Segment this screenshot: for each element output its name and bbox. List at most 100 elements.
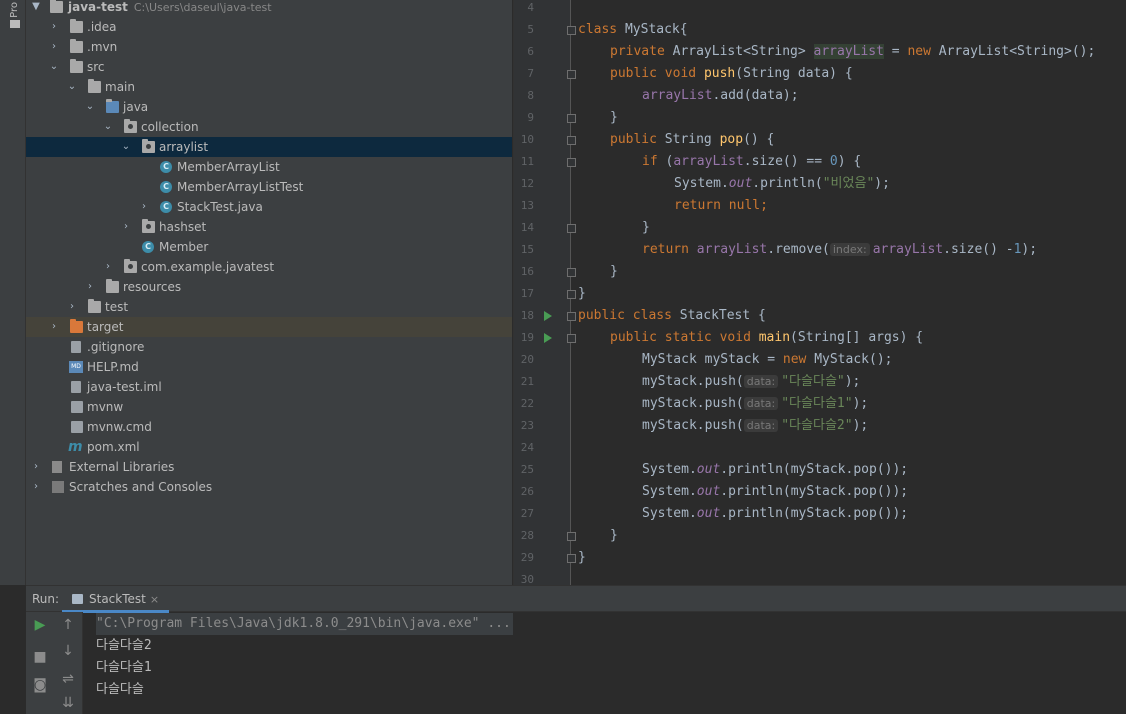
fold-icon[interactable]	[567, 290, 576, 299]
rerun-icon[interactable]: ▶	[31, 616, 49, 634]
chevron-right-icon[interactable]: ›	[48, 17, 60, 37]
chevron-down-icon[interactable]: ⌄	[48, 57, 60, 77]
tree-item-hashset[interactable]: › hashset	[26, 217, 512, 237]
code-line-11: if (arrayList.size() == 0) {	[642, 154, 862, 169]
code-editor[interactable]: 4 5 6 7 8 9 10 11 12 13 14 15 16 17 18 1…	[513, 0, 1126, 585]
run-class-icon[interactable]	[544, 311, 552, 321]
maven-icon: m	[68, 439, 83, 455]
fold-icon[interactable]	[567, 114, 576, 123]
arrow-down-icon[interactable]: ↓	[59, 642, 77, 660]
chevron-right-icon[interactable]: ›	[84, 277, 96, 297]
arrow-up-icon[interactable]: ↑	[59, 616, 77, 634]
tree-item-src[interactable]: ⌄ src	[26, 57, 512, 77]
line-number: 10	[520, 133, 534, 146]
tree-item-stacktest[interactable]: › C StackTest.java	[26, 197, 512, 217]
stop-icon[interactable]: ■	[31, 648, 49, 666]
tree-item-pom[interactable]: m pom.xml	[26, 437, 512, 457]
class-icon: C	[142, 241, 154, 253]
library-icon	[52, 461, 62, 473]
line-number: 6	[527, 45, 534, 58]
tree-item-main[interactable]: ⌄ main	[26, 77, 512, 97]
fold-icon[interactable]	[567, 268, 576, 277]
fold-icon[interactable]	[567, 554, 576, 563]
fold-icon[interactable]	[567, 532, 576, 541]
chevron-down-icon[interactable]: ▼	[30, 0, 42, 17]
soft-wrap-icon[interactable]: ⇌	[59, 670, 77, 688]
tree-item-help-md[interactable]: MD HELP.md	[26, 357, 512, 377]
run-tab-stacktest[interactable]: StackTest ×	[62, 586, 170, 613]
tree-item-arraylist[interactable]: ⌄ arraylist	[26, 137, 512, 157]
chevron-right-icon[interactable]: ›	[48, 37, 60, 57]
chevron-right-icon[interactable]: ›	[30, 457, 42, 477]
chevron-right-icon[interactable]: ›	[30, 477, 42, 497]
chevron-right-icon[interactable]: ›	[102, 257, 114, 277]
resources-folder-icon	[106, 279, 119, 293]
line-number: 14	[520, 221, 534, 234]
tree-item-external-libraries[interactable]: › External Libraries	[26, 457, 512, 477]
runnable-class-icon: C	[160, 201, 172, 213]
camera-icon[interactable]: ◙	[31, 676, 49, 694]
code-line-27: System.out.println(myStack.pop());	[642, 506, 909, 521]
chevron-down-icon[interactable]: ⌄	[66, 77, 78, 97]
line-number: 16	[520, 265, 534, 278]
chevron-down-icon[interactable]: ⌄	[102, 117, 114, 137]
fold-icon[interactable]	[567, 224, 576, 233]
tree-item-mvn[interactable]: › .mvn	[26, 37, 512, 57]
fold-icon[interactable]	[567, 312, 576, 321]
code-line-21: myStack.push(data: "다슬다슬");	[642, 374, 861, 389]
chevron-right-icon[interactable]: ›	[66, 297, 78, 317]
tree-item-root[interactable]: ▼ java-test C:\Users\daseul\java-test	[26, 0, 512, 17]
console-line: 다슬다슬1	[96, 660, 152, 675]
markdown-file-icon: MD	[69, 361, 83, 373]
tree-item-mvnw-cmd[interactable]: mvnw.cmd	[26, 417, 512, 437]
code-line-5: class MyStack{	[578, 22, 688, 37]
tree-item-member[interactable]: C Member	[26, 237, 512, 257]
root-name: java-test	[68, 0, 128, 14]
code-line-29: }	[578, 550, 586, 565]
tree-item-mvnw[interactable]: mvnw	[26, 397, 512, 417]
tree-item-scratches[interactable]: › Scratches and Consoles	[26, 477, 512, 497]
chevron-right-icon[interactable]: ›	[48, 317, 60, 337]
code-line-25: System.out.println(myStack.pop());	[642, 462, 909, 477]
line-number: 21	[520, 375, 534, 388]
tree-item-collection[interactable]: ⌄ collection	[26, 117, 512, 137]
tree-item-java[interactable]: ⌄ java	[26, 97, 512, 117]
tree-item-memberarraylisttest[interactable]: C MemberArrayListTest	[26, 177, 512, 197]
package-icon	[142, 219, 155, 233]
line-number: 12	[520, 177, 534, 190]
project-tool-tab[interactable]: Pro	[9, 2, 20, 18]
chevron-right-icon[interactable]: ›	[138, 197, 150, 217]
fold-icon[interactable]	[567, 70, 576, 79]
line-number: 11	[520, 155, 534, 168]
run-panel-header: Run: StackTest ×	[26, 586, 1126, 613]
run-main-icon[interactable]	[544, 333, 552, 343]
tree-item-memberarraylist[interactable]: C MemberArrayList	[26, 157, 512, 177]
project-folder-icon[interactable]	[10, 20, 20, 28]
chevron-down-icon[interactable]: ⌄	[84, 97, 96, 117]
fold-icon[interactable]	[567, 26, 576, 35]
tree-item-gitignore[interactable]: .gitignore	[26, 337, 512, 357]
scratches-icon	[52, 481, 64, 493]
close-icon[interactable]: ×	[150, 593, 159, 606]
run-label: Run:	[32, 592, 60, 606]
code-line-6: private ArrayList<String> arrayList = ne…	[610, 44, 1096, 59]
chevron-down-icon[interactable]: ⌄	[120, 137, 132, 157]
line-number: 5	[527, 23, 534, 36]
tree-item-idea[interactable]: › .idea	[26, 17, 512, 37]
tree-item-com-example-javatest[interactable]: › com.example.javatest	[26, 257, 512, 277]
line-number: 23	[520, 419, 534, 432]
fold-icon[interactable]	[567, 334, 576, 343]
code-line-22: myStack.push(data: "다슬다슬1");	[642, 396, 869, 411]
tree-item-iml[interactable]: java-test.iml	[26, 377, 512, 397]
code-line-10: public String pop() {	[610, 132, 775, 147]
fold-icon[interactable]	[567, 136, 576, 145]
tree-item-resources[interactable]: › resources	[26, 277, 512, 297]
tree-item-test[interactable]: › test	[26, 297, 512, 317]
fold-icon[interactable]	[567, 158, 576, 167]
run-config-icon	[72, 594, 83, 604]
parameter-hint: data:	[743, 397, 779, 410]
scroll-to-end-icon[interactable]: ⇊	[59, 694, 77, 712]
console-output[interactable]: "C:\Program Files\Java\jdk1.8.0_291\bin\…	[86, 612, 1126, 714]
chevron-right-icon[interactable]: ›	[120, 217, 132, 237]
tree-item-target[interactable]: › target	[26, 317, 512, 337]
